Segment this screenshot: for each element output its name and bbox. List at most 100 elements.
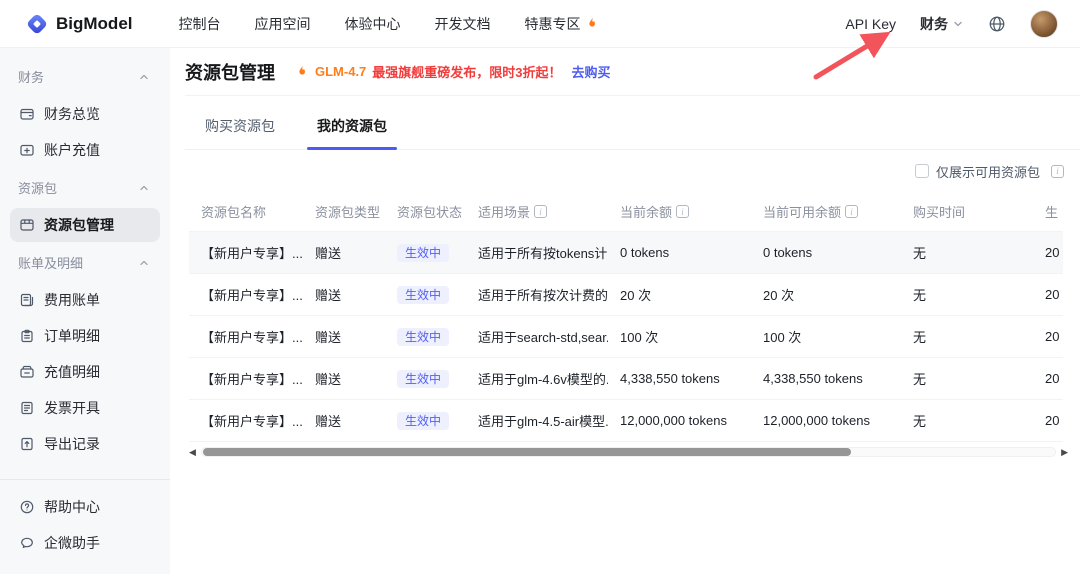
sidebar-item-label: 订单明细 bbox=[44, 328, 100, 344]
app-window: BigModel 控制台 应用空间 体验中心 开发文档 特惠专区 API Key 财务 bbox=[0, 0, 1080, 574]
cell-effective-time: 20 bbox=[1045, 329, 1060, 344]
bigmodel-logo-icon bbox=[26, 13, 48, 35]
page-title: 资源包管理 bbox=[185, 62, 275, 83]
sidebar-item-label: 帮助中心 bbox=[44, 499, 100, 515]
cell-name: 【新用户专享】... bbox=[201, 330, 303, 345]
nav-item-dev-docs[interactable]: 开发文档 bbox=[435, 14, 491, 34]
sidebar-footer: 帮助中心企微助手 bbox=[0, 479, 170, 574]
sidebar-item-label: 费用账单 bbox=[44, 292, 100, 308]
sidebar-item-label: 财务总览 bbox=[44, 106, 100, 122]
user-avatar[interactable] bbox=[1030, 9, 1058, 38]
sidebar: 财务财务总览账户充值资源包资源包管理账单及明细费用账单订单明细充值明细发票开具导… bbox=[0, 48, 170, 574]
topbar: BigModel 控制台 应用空间 体验中心 开发文档 特惠专区 API Key 财务 bbox=[0, 0, 1080, 80]
brand[interactable]: BigModel bbox=[26, 13, 133, 35]
promo-buy-link[interactable]: 去购买 bbox=[572, 62, 611, 81]
sidebar-group-bills-details: 账单及明细费用账单订单明细充值明细发票开具导出记录 bbox=[0, 244, 170, 461]
cell-effective-time: 20 bbox=[1045, 287, 1060, 302]
sidebar-item-help-center[interactable]: 帮助中心 bbox=[10, 490, 160, 524]
flame-icon bbox=[585, 16, 599, 31]
help-icon bbox=[19, 499, 35, 515]
table-row[interactable]: 【新用户专享】... 赠送 生效中 适用于所有按tokens计... 0 tokens 0… bbox=[189, 231, 1063, 274]
info-icon[interactable]: i bbox=[534, 205, 548, 218]
sidebar-group-header-resource-package[interactable]: 资源包 bbox=[0, 169, 170, 206]
sidebar-item-order-details[interactable]: 订单明细 bbox=[10, 319, 160, 353]
cell-type: 赠送 bbox=[315, 372, 342, 387]
sidebar-item-export-records[interactable]: 导出记录 bbox=[10, 427, 160, 461]
chevron-down-icon bbox=[952, 18, 964, 30]
globe-icon[interactable] bbox=[988, 15, 1006, 33]
sidebar-group-label: 资源包 bbox=[18, 181, 58, 196]
sidebar-item-label: 账户充值 bbox=[44, 142, 100, 158]
cell-scene: 适用于search-std,sear... bbox=[478, 330, 608, 345]
sidebar-item-finance-overview[interactable]: 财务总览 bbox=[10, 97, 160, 131]
table-row[interactable]: 【新用户专享】... 赠送 生效中 适用于所有按次计费的... 20 次 20 次 无 20 bbox=[189, 273, 1063, 316]
table-row[interactable]: 【新用户专享】... 赠送 生效中 适用于glm-4.5-air模型... 12,000… bbox=[189, 399, 1063, 442]
tab-my-packages[interactable]: 我的资源包 bbox=[307, 112, 397, 150]
cell-balance: 4,338,550 tokens bbox=[620, 371, 720, 386]
brand-name: BigModel bbox=[56, 13, 133, 33]
sidebar-item-label: 充值明细 bbox=[44, 364, 100, 380]
cell-available-balance: 20 次 bbox=[763, 288, 795, 303]
nav-item-experience-center[interactable]: 体验中心 bbox=[345, 14, 401, 34]
info-icon[interactable]: i bbox=[676, 205, 690, 218]
scroll-left-icon[interactable]: ◀ bbox=[189, 447, 196, 457]
sidebar-item-resource-package-management[interactable]: 资源包管理 bbox=[10, 208, 160, 242]
cell-type: 赠送 bbox=[315, 246, 342, 261]
column-header-balance: 当前余额 i bbox=[608, 192, 751, 232]
table-header-row: 资源包名称 资源包类型 资源包状态 适用场景 i 当前余额 i 当前可用余额 i 购买时间 生 bbox=[189, 192, 1063, 232]
tab-buy-packages[interactable]: 购买资源包 bbox=[197, 112, 283, 149]
nav-item-app-space[interactable]: 应用空间 bbox=[255, 14, 311, 34]
cell-status: 生效中 bbox=[385, 316, 466, 358]
bill-icon bbox=[19, 292, 35, 308]
chevron-up-icon bbox=[138, 71, 150, 83]
sidebar-item-invoice-issue[interactable]: 发票开具 bbox=[10, 391, 160, 425]
nav-item-label: 体验中心 bbox=[344, 15, 401, 32]
nav-item-console[interactable]: 控制台 bbox=[179, 14, 221, 34]
cell-type: 赠送 bbox=[315, 330, 342, 345]
account-menu-label: 财务 bbox=[920, 15, 948, 32]
chevron-up-icon bbox=[138, 182, 150, 194]
sidebar-item-wecom-assistant[interactable]: 企微助手 bbox=[10, 526, 160, 560]
resource-table-wrap: 资源包名称 资源包类型 资源包状态 适用场景 i 当前余额 i 当前可用余额 i 购买时间 生 【新… bbox=[189, 192, 1063, 442]
promo-banner: GLM-4.7 最强旗舰重磅发布，限时3折起！ 去购买 bbox=[295, 62, 611, 81]
scroll-right-icon[interactable]: ▶ bbox=[1061, 447, 1068, 457]
table-row[interactable]: 【新用户专享】... 赠送 生效中 适用于search-std,sear... 100 … bbox=[189, 315, 1063, 358]
sidebar-item-account-recharge[interactable]: 账户充值 bbox=[10, 133, 160, 167]
wallet-icon bbox=[19, 106, 35, 122]
cell-name: 【新用户专享】... bbox=[201, 372, 303, 387]
sidebar-group-resource-package: 资源包资源包管理 bbox=[0, 169, 170, 242]
cell-scene: 适用于所有按次计费的... bbox=[478, 288, 608, 303]
cell-scene: 适用于glm-4.5-air模型... bbox=[478, 414, 608, 429]
sidebar-group-header-bills-details[interactable]: 账单及明细 bbox=[0, 244, 170, 281]
cell-purchase-time: 无 bbox=[913, 288, 927, 303]
column-header-effective-time: 生 bbox=[1045, 205, 1059, 220]
sidebar-item-label: 导出记录 bbox=[44, 436, 100, 452]
column-header-status: 资源包状态 bbox=[397, 205, 463, 220]
account-menu[interactable]: 财务 bbox=[920, 14, 964, 34]
recharge-icon bbox=[19, 142, 35, 158]
table-row[interactable]: 【新用户专享】... 赠送 生效中 适用于glm-4.6v模型的... 4,338,55… bbox=[189, 357, 1063, 400]
sidebar-group-label: 财务 bbox=[18, 70, 45, 85]
cell-effective-time: 20 bbox=[1045, 413, 1060, 428]
chevron-up-icon bbox=[138, 257, 150, 269]
horizontal-scrollbar[interactable]: ◀ ▶ bbox=[189, 445, 1068, 459]
main-layout: 财务 财务总览 账户充值 资源包 资源包管理 账单及明细 费用账单 订单明细 充值明细 发票开具导… bbox=[0, 48, 1080, 574]
flame-icon bbox=[295, 64, 309, 79]
api-key-link[interactable]: API Key bbox=[845, 16, 896, 32]
sidebar-item-label: 资源包管理 bbox=[44, 217, 114, 233]
scrollbar-track[interactable] bbox=[200, 447, 1057, 457]
sidebar-item-recharge-details[interactable]: 充值明细 bbox=[10, 355, 160, 389]
scrollbar-thumb[interactable] bbox=[202, 448, 852, 456]
nav-item-promo-zone[interactable]: 特惠专区 bbox=[525, 14, 599, 34]
status-badge: 生效中 bbox=[397, 412, 450, 430]
only-available-checkbox[interactable] bbox=[914, 164, 929, 178]
sidebar-item-expense-bills[interactable]: 费用账单 bbox=[10, 283, 160, 317]
table-body: 【新用户专享】... 赠送 生效中 适用于所有按tokens计... 0 tokens 0… bbox=[189, 231, 1063, 442]
cell-scene: 适用于glm-4.6v模型的... bbox=[478, 372, 608, 387]
cell-scene: 适用于所有按tokens计... bbox=[478, 246, 608, 261]
sidebar-group-header-finance[interactable]: 财务 bbox=[0, 58, 170, 95]
info-icon[interactable]: i bbox=[845, 205, 859, 218]
info-icon[interactable]: i bbox=[1051, 164, 1064, 178]
package-icon bbox=[19, 217, 35, 233]
promo-highlight: GLM-4.7 bbox=[315, 64, 367, 79]
